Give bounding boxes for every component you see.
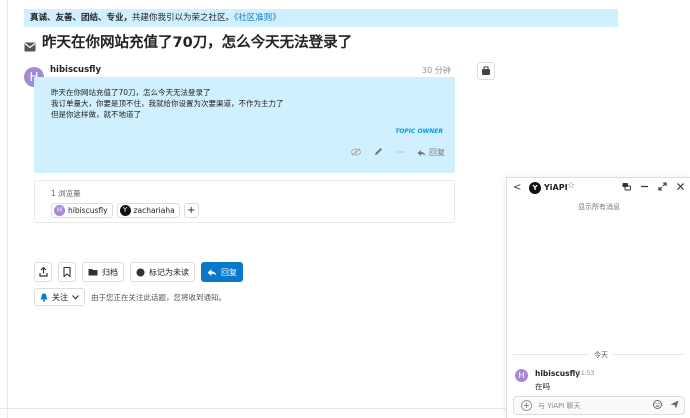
emoji-icon[interactable] [653,400,662,411]
reply-arrow-icon [417,149,426,156]
chat-drawer: < Y YiAPI ☆ 显示所有消息 今天 H hibiscusfly 21:5… [506,177,690,418]
guidelines-link[interactable]: 《社区准则》 [234,13,281,23]
folder-lock-icon [482,66,490,75]
bookmark-side-button[interactable] [477,62,495,80]
expand-icon[interactable] [658,182,667,194]
post-actions: ··· 回复 [351,147,445,158]
reply-button[interactable]: 回复 [201,262,243,282]
participant-name: zachariaha [133,206,175,215]
mark-unread-label: 标记为未读 [149,267,189,277]
participant-avatar: H [54,205,65,216]
topic-title-text: 昨天在你网站充值了70刀，怎么今天无法登录了 [42,35,353,51]
show-all-messages-link[interactable]: 显示所有消息 [507,202,690,212]
banner-bold-text: 真诚、友善、团结、专业， [30,13,133,23]
notification-level-button[interactable]: 关注 [34,288,85,306]
chat-channel-title[interactable]: YiAPI [544,183,568,192]
archive-label: 归档 [102,267,118,277]
reply-arrow-icon [207,268,217,276]
archive-button[interactable]: 归档 [82,262,124,282]
chat-input[interactable]: 与 YiAPI 聊天 [538,401,653,411]
add-attachment-icon[interactable]: + [521,400,532,411]
author-username[interactable]: hibiscusfly [50,65,101,75]
channel-logo: Y [529,182,541,194]
banner-text: 共建你我引以为荣之社区。 [132,13,235,23]
notification-row: 关注 由于您正在关注此话题，您将收到通知。 [34,288,226,306]
post-time[interactable]: 30 分钟 [422,65,451,76]
folder-icon [88,269,98,276]
share-button[interactable] [34,262,52,282]
participant-list: H hibiscusfly Y zachariaha + [51,203,199,218]
post-line: 我订单量大，你要是顶不住，我就给你设置为次要渠道，不作为主力了 [51,99,284,108]
participant-chip[interactable]: H hibiscusfly [51,203,113,218]
message-text: 在吗 [535,382,550,391]
envelope-icon [24,38,36,52]
close-icon[interactable] [676,182,685,194]
post-line: 昨天在你网站充值了70刀，怎么今天无法登录了 [51,88,211,97]
reply-label: 回复 [221,267,237,277]
post-reply-label: 回复 [429,148,445,157]
message-time: 21:53 [577,370,595,377]
more-options-button[interactable]: ··· [396,148,404,157]
expand-participants-button[interactable]: + [183,203,199,218]
bookmark-icon [63,267,71,277]
topic-map: 1 浏览量 H hibiscusfly Y zachariaha + [34,180,455,223]
threads-icon[interactable] [622,182,631,194]
chat-window-controls [622,182,685,194]
hide-icon[interactable] [351,147,362,158]
participant-name: hibiscusfly [68,206,108,215]
post-line: 但是你这样做，就不地道了 [51,110,141,119]
circle-icon [136,268,145,276]
community-banner: 真诚、友善、团结、专业，共建你我引以为荣之社区。《社区准则》 [24,9,618,27]
message-username[interactable]: hibiscusfly [535,369,580,378]
chat-composer: + 与 YiAPI 聊天 [513,396,685,415]
notification-level-label: 关注 [52,292,68,302]
bookmark-button[interactable] [58,262,76,282]
mark-unread-button[interactable]: 标记为未读 [130,262,195,282]
notification-reason: 由于您正在关注此话题，您将收到通知。 [91,292,226,302]
edit-pencil-icon[interactable] [374,147,383,158]
star-icon[interactable]: ☆ [567,181,575,191]
date-separator-label: 今天 [589,350,613,360]
post-body: 昨天在你网站充值了70刀，怎么今天无法登录了 我订单量大，你要是顶不住，我就给你… [34,77,455,173]
share-icon [38,267,48,277]
post-content: 昨天在你网站充值了70刀，怎么今天无法登录了 我订单量大，你要是顶不住，我就给你… [51,87,284,120]
send-icon[interactable] [670,400,679,411]
chevron-down-icon [72,294,79,300]
post-reply-button[interactable]: 回复 [417,147,445,158]
bell-icon [40,293,48,302]
view-count: 1 浏览量 [51,189,81,198]
message-avatar[interactable]: H [515,369,528,382]
participant-chip[interactable]: Y zachariaha [116,203,180,218]
left-frame [0,0,8,418]
topic-owner-tag: TOPIC OWNER [395,128,443,135]
topic-footer-controls: 归档 标记为未读 回复 [34,262,243,282]
chat-back-button[interactable]: < [513,182,521,193]
participant-avatar: Y [119,205,131,216]
minimize-icon[interactable] [640,182,649,194]
topic-title: 昨天在你网站充值了70刀，怎么今天无法登录了 [24,33,352,53]
